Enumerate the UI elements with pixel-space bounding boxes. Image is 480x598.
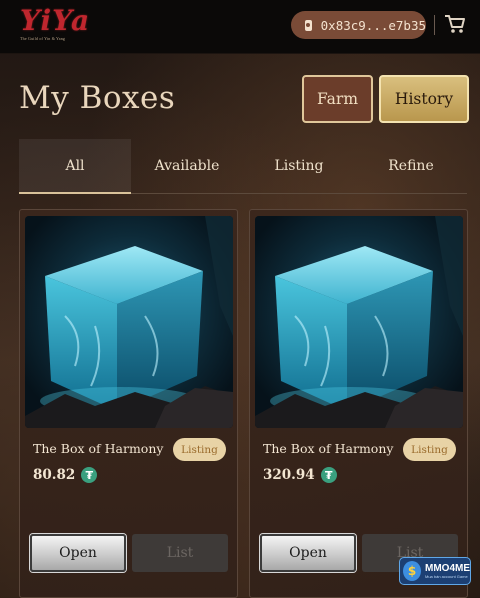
tab-all[interactable]: All bbox=[19, 139, 131, 194]
price-value: 80.82 bbox=[33, 467, 76, 483]
tether-icon: ₮ bbox=[320, 467, 337, 483]
cart-icon[interactable] bbox=[444, 14, 466, 34]
logo[interactable]: YiYa The Guild of Yin & Yang bbox=[20, 7, 90, 43]
open-button[interactable]: Open bbox=[30, 534, 126, 572]
tab-refine[interactable]: Refine bbox=[355, 139, 467, 193]
farm-button[interactable]: Farm bbox=[302, 75, 373, 123]
watermark-badge: $ MMO4ME Mua bán account Game bbox=[399, 557, 471, 585]
watermark-subtitle: Mua bán account Game bbox=[425, 574, 468, 579]
box-card[interactable]: The Box of Harmony Listing 80.82 ₮ Open … bbox=[19, 209, 238, 598]
box-price: 80.82 ₮ bbox=[33, 467, 98, 483]
page-title: My Boxes bbox=[19, 80, 176, 116]
filter-tabs: All Available Listing Refine bbox=[19, 139, 467, 194]
box-image bbox=[25, 216, 233, 428]
status-badge: Listing bbox=[173, 438, 226, 461]
tab-available[interactable]: Available bbox=[131, 139, 243, 193]
dollar-coin-icon: $ bbox=[403, 561, 421, 581]
history-button[interactable]: History bbox=[379, 75, 469, 123]
box-name: The Box of Harmony bbox=[263, 441, 394, 456]
box-price: 320.94 ₮ bbox=[263, 467, 337, 483]
wallet-address: 0x83c9...e7b35 bbox=[320, 17, 426, 33]
wallet-icon bbox=[305, 19, 312, 31]
header-divider bbox=[434, 15, 435, 35]
price-value: 320.94 bbox=[263, 467, 315, 483]
status-badge: Listing bbox=[403, 438, 456, 461]
logo-text: YiYa bbox=[20, 4, 91, 37]
watermark-title: MMO4ME bbox=[425, 563, 470, 574]
box-image bbox=[255, 216, 463, 428]
box-name: The Box of Harmony bbox=[33, 441, 164, 456]
tab-listing[interactable]: Listing bbox=[243, 139, 355, 193]
box-card[interactable]: The Box of Harmony Listing 320.94 ₮ Open… bbox=[249, 209, 468, 598]
wallet-button[interactable]: 0x83c9...e7b35 bbox=[291, 11, 426, 39]
tether-icon: ₮ bbox=[81, 467, 98, 483]
open-button[interactable]: Open bbox=[260, 534, 356, 572]
list-button[interactable]: List bbox=[132, 534, 228, 572]
watermark-text: MMO4ME Mua bán account Game bbox=[425, 563, 470, 579]
top-bar: YiYa The Guild of Yin & Yang 0x83c9...e7… bbox=[0, 0, 480, 54]
